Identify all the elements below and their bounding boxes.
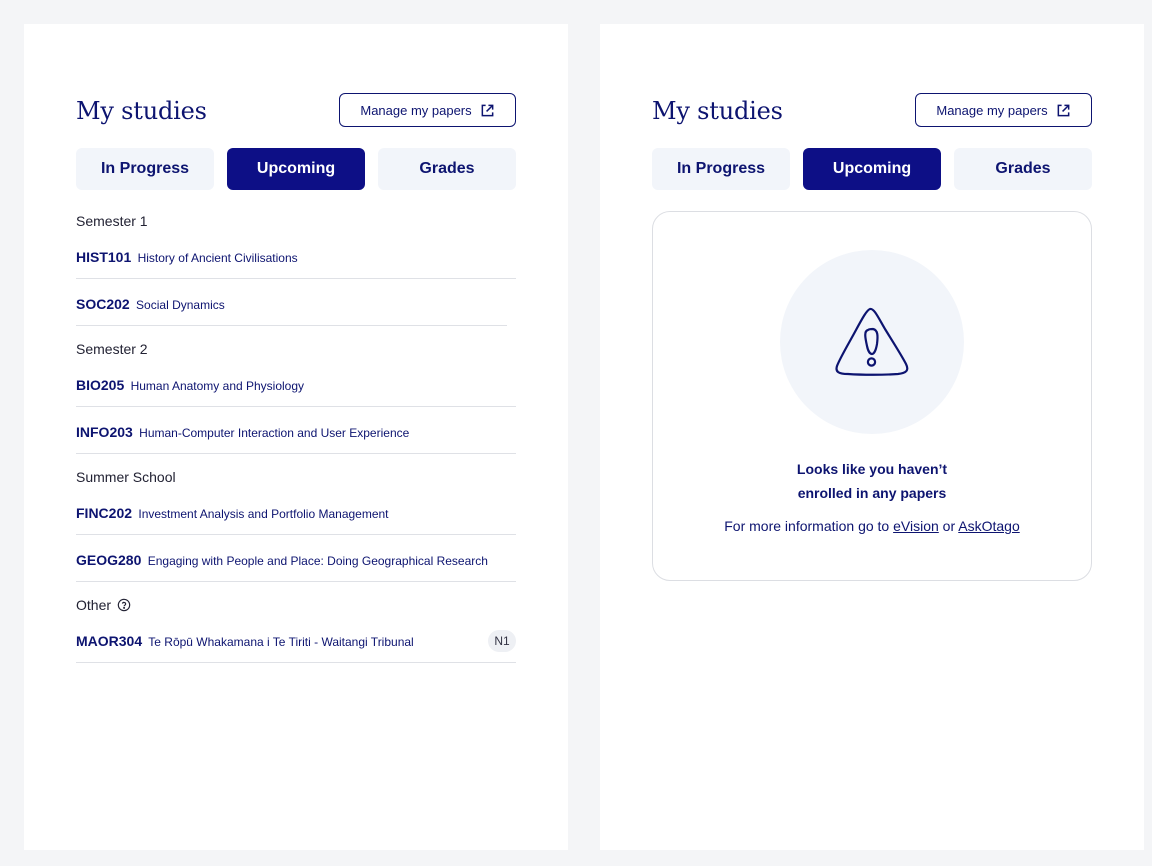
evision-link[interactable]: eVision <box>893 518 939 534</box>
group-other: Other MAOR304 Te Rōpū Whakamana i Te Tir… <box>76 594 516 663</box>
askotago-link[interactable]: AskOtago <box>958 518 1019 534</box>
empty-title-line-1: Looks like you haven’t <box>796 461 948 477</box>
empty-state-info: For more information go to eVision or As… <box>653 518 1091 534</box>
group-heading: Other <box>76 594 516 616</box>
info-prefix: For more information go to <box>724 518 890 534</box>
external-link-icon <box>1057 104 1070 116</box>
paper-text: MAOR304 Te Rōpū Whakamana i Te Tiriti - … <box>76 633 414 649</box>
manage-papers-button[interactable]: Manage my papers <box>339 93 516 127</box>
list-item[interactable]: HIST101 History of Ancient Civilisations <box>76 244 516 279</box>
paper-code: SOC202 <box>76 296 130 312</box>
empty-state-card: Looks like you haven’t enrolled in any p… <box>652 211 1092 581</box>
help-circle-icon[interactable] <box>117 598 131 612</box>
info-connector: or <box>942 518 956 534</box>
tab-in-progress[interactable]: In Progress <box>652 148 790 190</box>
tab-upcoming[interactable]: Upcoming <box>227 148 365 190</box>
page-title: My studies <box>652 97 783 125</box>
group-heading: Summer School <box>76 469 176 485</box>
list-item[interactable]: INFO203 Human-Computer Interaction and U… <box>76 419 516 454</box>
panel-header: My studies Manage my papers <box>76 93 516 127</box>
panel-header: My studies Manage my papers <box>652 93 1092 127</box>
paper-name: Engaging with People and Place: Doing Ge… <box>147 554 488 568</box>
paper-name: Te Rōpū Whakamana i Te Tiriti - Waitangi… <box>148 635 414 649</box>
tab-in-progress[interactable]: In Progress <box>76 148 214 190</box>
paper-code: HIST101 <box>76 249 132 265</box>
paper-code: MAOR304 <box>76 633 143 649</box>
paper-name: History of Ancient Civilisations <box>137 251 298 265</box>
warning-triangle-icon <box>835 307 909 376</box>
my-studies-panel-list: My studies Manage my papers In Progress … <box>24 24 568 850</box>
tab-grades[interactable]: Grades <box>954 148 1092 190</box>
manage-papers-label: Manage my papers <box>360 102 472 118</box>
paper-text: SOC202 Social Dynamics <box>76 296 225 312</box>
group-semester-1: Semester 1 HIST101 History of Ancient Ci… <box>76 210 516 326</box>
list-item[interactable]: BIO205 Human Anatomy and Physiology <box>76 372 516 407</box>
group-heading: Semester 2 <box>76 341 148 357</box>
manage-papers-button[interactable]: Manage my papers <box>915 93 1092 127</box>
paper-text: INFO203 Human-Computer Interaction and U… <box>76 424 409 440</box>
list-item[interactable]: SOC202 Social Dynamics <box>76 291 507 326</box>
paper-text: BIO205 Human Anatomy and Physiology <box>76 377 304 393</box>
paper-code: FINC202 <box>76 505 133 521</box>
status-badge: N1 <box>488 630 516 652</box>
page-title: My studies <box>76 97 207 125</box>
tab-grades[interactable]: Grades <box>378 148 516 190</box>
studies-tabs: In Progress Upcoming Grades <box>76 148 516 190</box>
paper-code: GEOG280 <box>76 552 142 568</box>
paper-text: GEOG280 Engaging with People and Place: … <box>76 552 488 568</box>
group-heading: Semester 1 <box>76 213 148 229</box>
paper-name: Investment Analysis and Portfolio Manage… <box>138 507 389 521</box>
upcoming-papers-list: Semester 1 HIST101 History of Ancient Ci… <box>76 210 516 675</box>
group-semester-2: Semester 2 BIO205 Human Anatomy and Phys… <box>76 338 516 454</box>
warning-illustration <box>780 250 964 434</box>
paper-code: INFO203 <box>76 424 133 440</box>
empty-title-line-2: enrolled in any papers <box>797 485 947 501</box>
studies-tabs: In Progress Upcoming Grades <box>652 148 1092 190</box>
external-link-icon <box>481 104 494 116</box>
group-summer-school: Summer School FINC202 Investment Analysi… <box>76 466 516 582</box>
manage-papers-label: Manage my papers <box>936 102 1048 118</box>
paper-text: HIST101 History of Ancient Civilisations <box>76 249 298 265</box>
tab-upcoming[interactable]: Upcoming <box>803 148 941 190</box>
list-item[interactable]: GEOG280 Engaging with People and Place: … <box>76 547 516 582</box>
paper-name: Human-Computer Interaction and User Expe… <box>139 426 410 440</box>
list-item[interactable]: FINC202 Investment Analysis and Portfoli… <box>76 500 516 535</box>
empty-state-title: Looks like you haven’t enrolled in any p… <box>653 457 1091 505</box>
paper-name: Social Dynamics <box>136 298 225 312</box>
paper-code: BIO205 <box>76 377 125 393</box>
paper-name: Human Anatomy and Physiology <box>130 379 305 393</box>
my-studies-panel-empty: My studies Manage my papers In Progress … <box>600 24 1144 850</box>
list-item[interactable]: MAOR304 Te Rōpū Whakamana i Te Tiriti - … <box>76 628 516 663</box>
paper-text: FINC202 Investment Analysis and Portfoli… <box>76 505 389 521</box>
group-heading-label: Other <box>76 597 112 613</box>
